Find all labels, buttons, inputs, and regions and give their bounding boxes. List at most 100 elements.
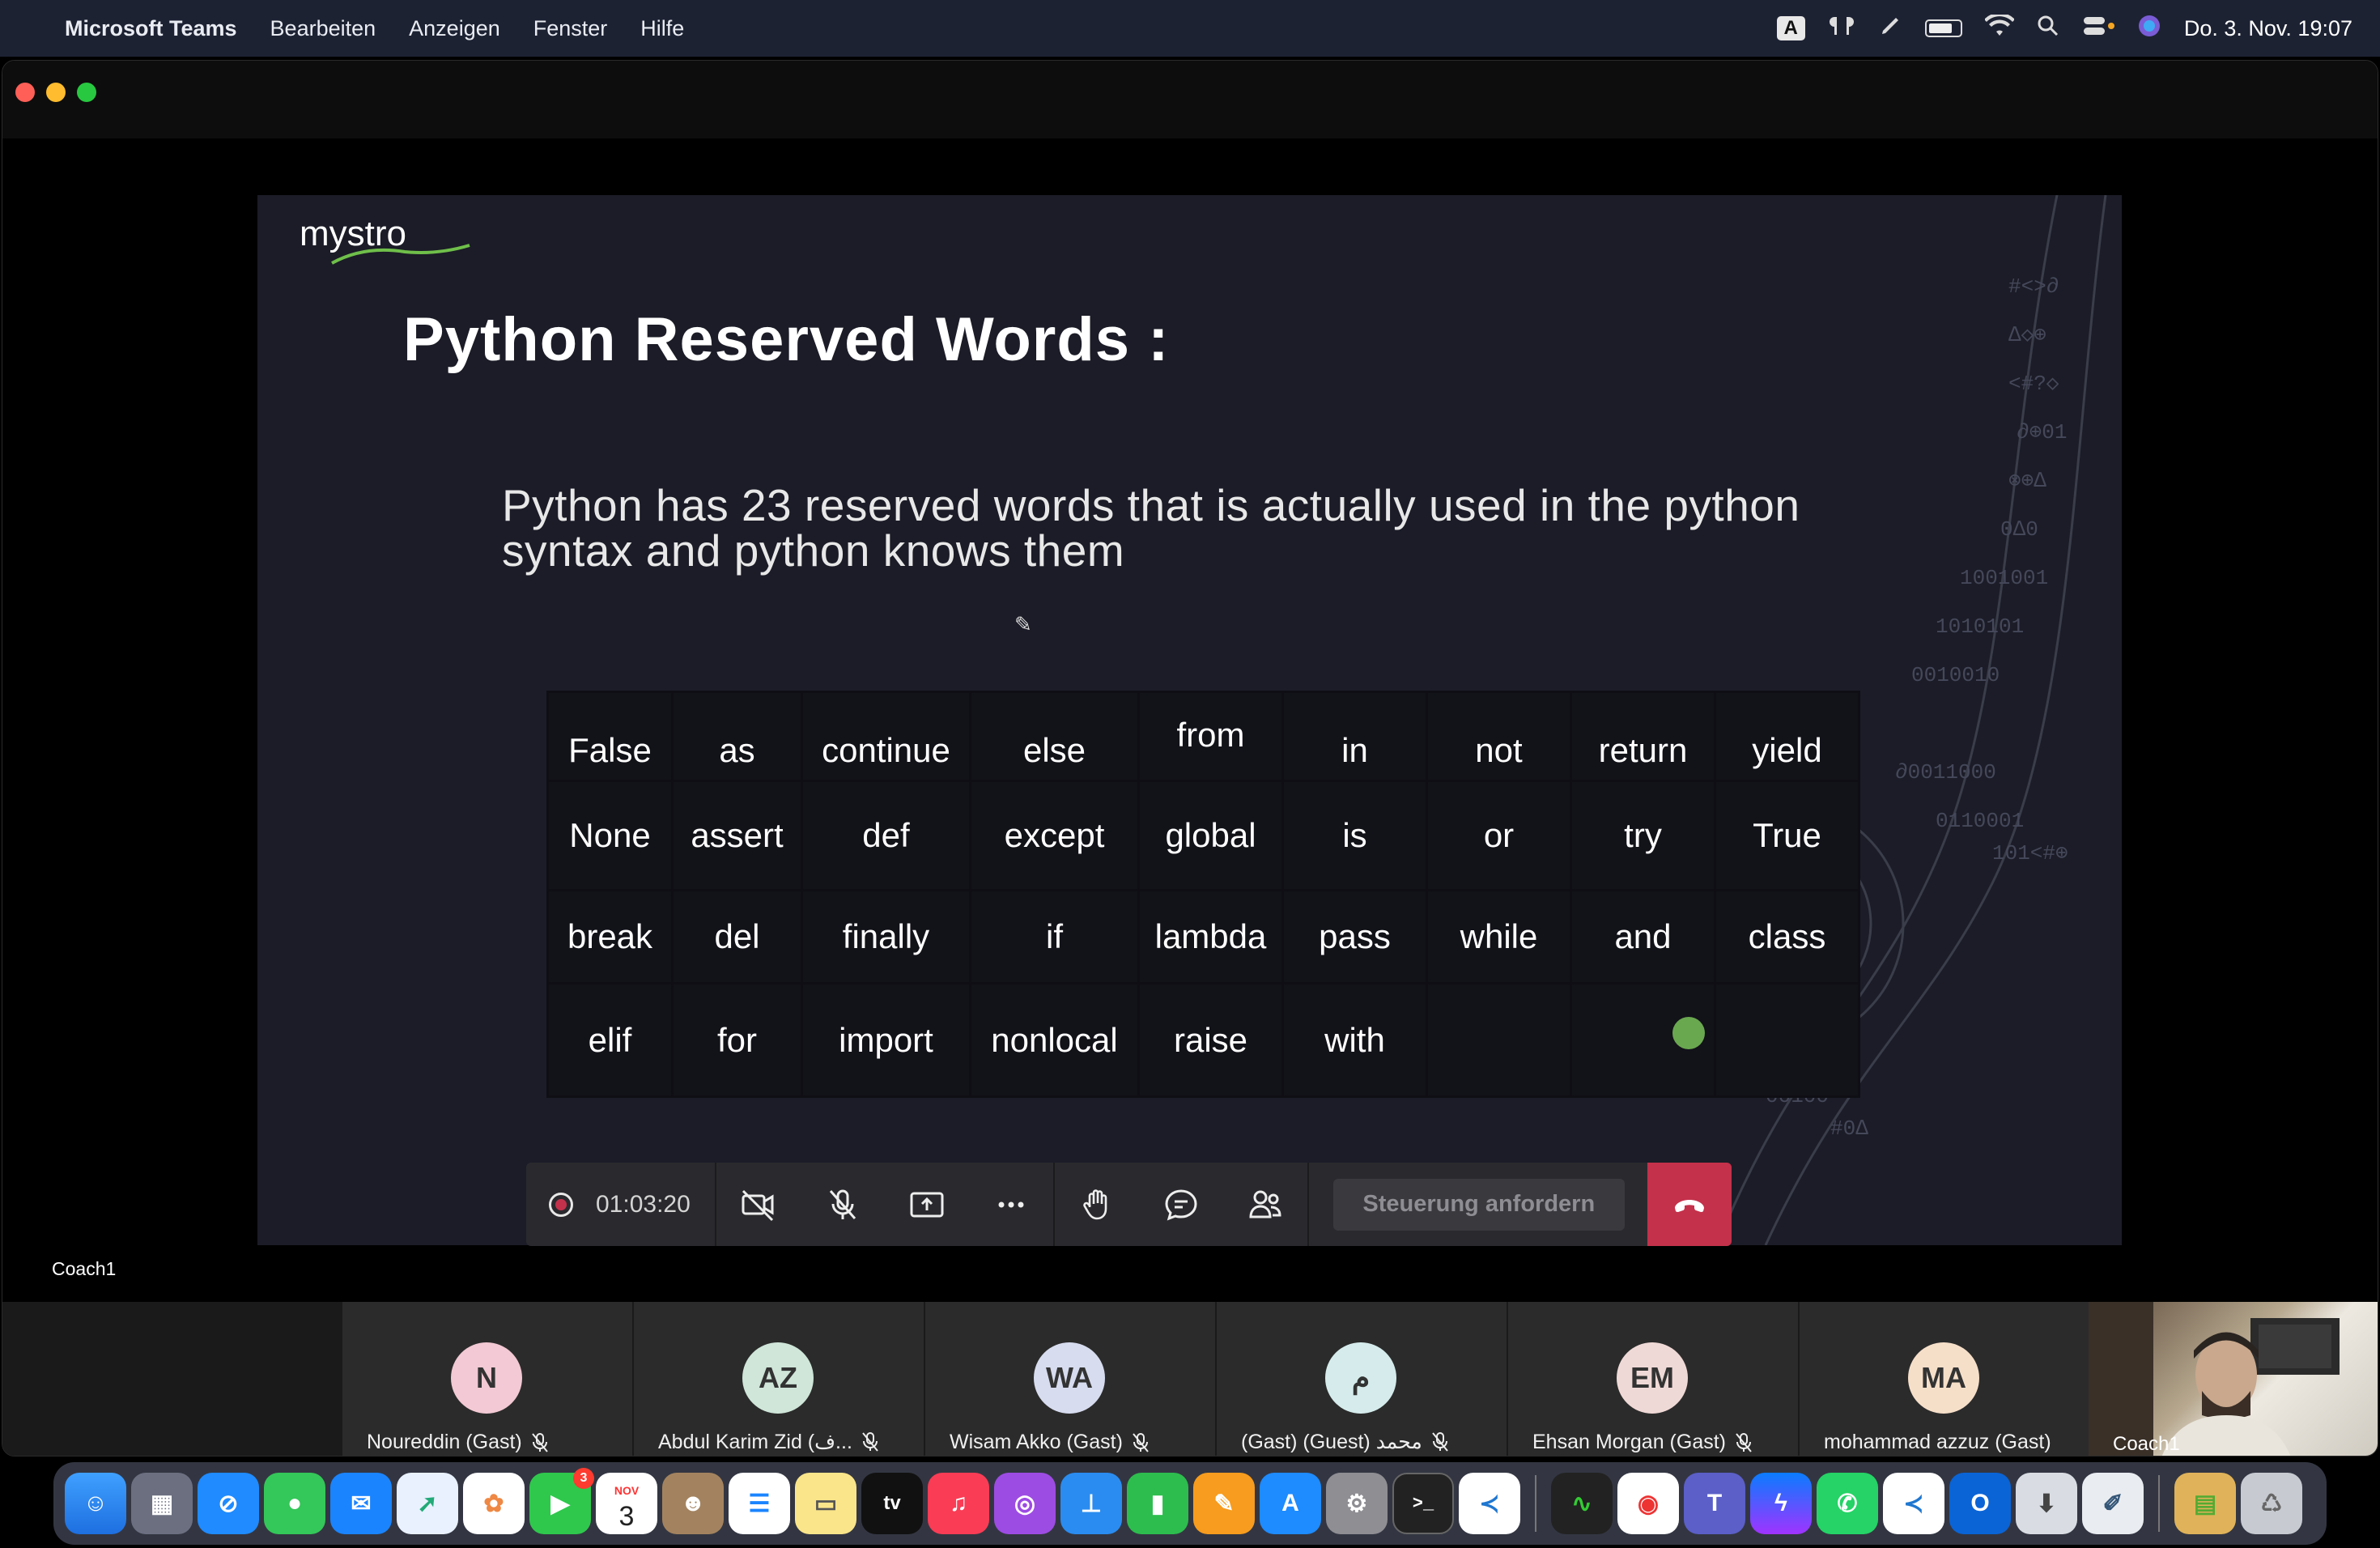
camera-off-button[interactable] [716, 1163, 801, 1246]
pen-cursor-icon: ✎ [1014, 612, 1032, 636]
contacts-icon[interactable]: ☻ [662, 1473, 724, 1534]
input-source-indicator[interactable]: A [1776, 16, 1805, 40]
clock[interactable]: Do. 3. Nov. 19:07 [2184, 16, 2352, 41]
spotlight-search-icon[interactable] [2037, 15, 2059, 43]
chat-button[interactable] [1139, 1163, 1223, 1246]
table-cell: or [1426, 780, 1572, 891]
muted-mic-icon [531, 1432, 548, 1452]
menu-fenster[interactable]: Fenster [533, 16, 608, 41]
finder-icon[interactable]: ☺ [65, 1473, 126, 1534]
participant-tile[interactable]: WA Wisam Akko (Gast) [925, 1302, 1215, 1456]
chrome-icon[interactable]: ◉ [1617, 1473, 1679, 1534]
raise-hand-button[interactable] [1055, 1163, 1139, 1246]
photos-icon[interactable]: ✿ [463, 1473, 525, 1534]
apple-tv-icon[interactable]: tv [861, 1473, 923, 1534]
table-cell: global [1137, 780, 1284, 891]
menu-hilfe[interactable]: Hilfe [640, 16, 684, 41]
system-settings-icon[interactable]: ⚙ [1326, 1473, 1388, 1534]
table-cell: if [969, 889, 1140, 985]
music-icon[interactable]: ♫ [928, 1473, 989, 1534]
participant-tile[interactable]: N Noureddin (Gast) [342, 1302, 632, 1456]
messenger-icon[interactable]: ϟ [1750, 1473, 1812, 1534]
more-options-button[interactable] [969, 1163, 1053, 1246]
table-cell: continue [801, 691, 971, 782]
menu-bearbeiten[interactable]: Bearbeiten [270, 16, 376, 41]
preview-icon[interactable]: ✐ [2082, 1473, 2144, 1534]
numbers-icon[interactable]: ▮ [1127, 1473, 1188, 1534]
downloads-icon[interactable]: ⬇ [2016, 1473, 2077, 1534]
leave-call-button[interactable] [1647, 1163, 1732, 1246]
vscode-icon[interactable]: ≺ [1459, 1473, 1520, 1534]
table-cell: in [1281, 691, 1428, 782]
table-cell: is [1281, 780, 1428, 891]
presenter-name: Coach1 [52, 1258, 117, 1279]
table-cell: elif [546, 982, 674, 1098]
siri-icon[interactable] [2137, 14, 2161, 44]
safari-icon[interactable]: ⊘ [198, 1473, 259, 1534]
reminders-icon[interactable]: ☰ [729, 1473, 790, 1534]
maps-icon[interactable]: ➚ [397, 1473, 458, 1534]
table-cell: lambda [1137, 889, 1284, 985]
media-controls [716, 1163, 1055, 1246]
svg-text:1010101: 1010101 [1936, 615, 2024, 639]
participant-tile[interactable]: EM Ehsan Morgan (Gast) [1508, 1302, 1798, 1456]
control-center-icon[interactable] [2082, 15, 2114, 43]
outlook-icon[interactable]: O [1949, 1473, 2011, 1534]
vscode-second-icon[interactable]: ≺ [1883, 1473, 1944, 1534]
menu-app-name[interactable]: Microsoft Teams [65, 16, 237, 41]
meeting-timer: 01:03:20 [596, 1190, 691, 1218]
facetime-icon[interactable]: ▶ 3 [529, 1468, 594, 1534]
teams-icon[interactable]: T [1684, 1473, 1745, 1534]
pen-icon[interactable] [1878, 14, 1902, 44]
launchpad-icon[interactable]: ▦ [131, 1473, 193, 1534]
minimize-window-button[interactable] [46, 83, 66, 102]
whatsapp-icon[interactable]: ✆ [1817, 1473, 1878, 1534]
keynote-icon[interactable]: ⊥ [1060, 1473, 1122, 1534]
table-row: elif for import nonlocal raise with [546, 982, 1860, 1098]
activity-monitor-icon[interactable]: ∿ [1551, 1473, 1613, 1534]
calendar-icon[interactable]: NOV 3 [596, 1473, 657, 1534]
request-control-button[interactable]: Steuerung anfordern [1332, 1178, 1625, 1231]
podcasts-icon[interactable]: ◎ [994, 1473, 1056, 1534]
participant-name-row: Wisam Akko (Gast) [950, 1431, 1150, 1454]
meeting-controls-bar: 01:03:20 Steuerung anfordern [526, 1163, 1732, 1246]
close-window-button[interactable] [15, 83, 35, 102]
table-cell: finally [801, 889, 971, 985]
participants-button[interactable] [1223, 1163, 1307, 1246]
app-store-icon[interactable]: A [1260, 1473, 1321, 1534]
archive-folder-icon[interactable]: ▤ [2174, 1473, 2236, 1534]
notes-icon[interactable]: ▭ [795, 1473, 856, 1534]
calendar-month: NOV [614, 1484, 640, 1497]
airpods-icon[interactable] [1828, 14, 1855, 44]
messages-icon[interactable]: ● [264, 1473, 325, 1534]
share-screen-button[interactable] [885, 1163, 969, 1246]
svg-text:0∆0: 0∆0 [2000, 517, 2038, 542]
mic-off-button[interactable] [801, 1163, 885, 1246]
mic-off-icon [829, 1189, 856, 1219]
table-cell [1714, 982, 1860, 1098]
table-cell: raise [1137, 982, 1284, 1098]
recording-indicator[interactable]: 01:03:20 [526, 1163, 716, 1246]
mail-icon[interactable]: ✉ [330, 1473, 392, 1534]
participant-tile[interactable]: AZ Abdul Karim Zid (ف... [634, 1302, 924, 1456]
battery-icon[interactable] [1924, 19, 1962, 37]
table-cell: while [1426, 889, 1572, 985]
coach-video-tile[interactable]: Coach1 [2089, 1302, 2378, 1456]
maximize-window-button[interactable] [77, 83, 96, 102]
menu-anzeigen[interactable]: Anzeigen [409, 16, 500, 41]
video-participant-name: Coach1 [2113, 1433, 2180, 1455]
pages-icon[interactable]: ✎ [1193, 1473, 1255, 1534]
participant-tile[interactable]: MA mohammad azzuz (Gast) [1800, 1302, 2089, 1456]
trash-icon[interactable]: ♺ [2241, 1473, 2302, 1534]
avatar: MA [1908, 1342, 1979, 1414]
table-cell: as [671, 691, 803, 782]
terminal-icon[interactable]: >_ [1392, 1473, 1454, 1534]
wifi-icon[interactable] [1983, 12, 2015, 43]
slide-text: Python has 23 reserved words that is act… [502, 483, 1959, 573]
participant-name-row: mohammad azzuz (Gast) [1824, 1431, 2051, 1454]
slide-text-line-1: Python has 23 reserved words that is act… [502, 480, 1800, 530]
participant-name: (Gast) (Guest) محمد [1241, 1431, 1422, 1453]
participant-tile[interactable]: م (Gast) (Guest) محمد [1217, 1302, 1507, 1456]
avatar: N [451, 1342, 522, 1414]
svg-text:<#?◇: <#?◇ [2008, 372, 2059, 396]
